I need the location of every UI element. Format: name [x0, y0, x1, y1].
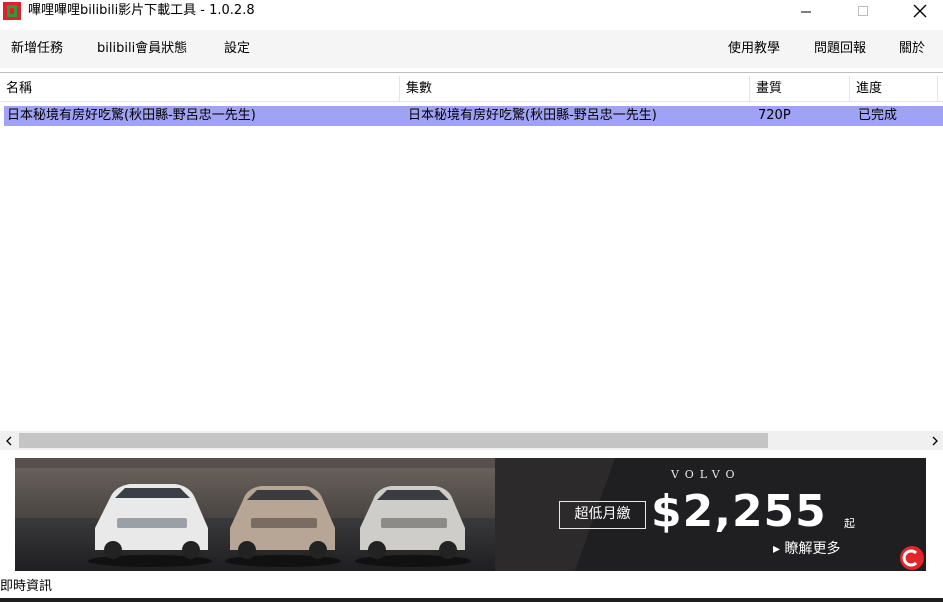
menu-report-issue[interactable]: 問題回報 — [814, 39, 866, 59]
menu-tutorial[interactable]: 使用教學 — [728, 39, 780, 59]
menu-about[interactable]: 關於 — [899, 39, 925, 59]
cell-quality: 720P — [758, 108, 791, 123]
scroll-right-button[interactable] — [926, 431, 943, 450]
ad-offer-label: 超低月繳 — [559, 501, 646, 529]
minimize-button[interactable] — [786, 0, 826, 22]
cell-name: 日本秘境有房好吃驚(秋田縣-野呂忠一先生) — [7, 108, 256, 123]
menu-settings[interactable]: 設定 — [224, 39, 250, 59]
task-list[interactable]: 名稱 集數 畫質 進度 日本秘境有房好吃驚(秋田縣-野呂忠一先生) 日本秘境有房… — [0, 73, 943, 431]
menu-new-task[interactable]: 新增任務 — [11, 39, 63, 59]
column-header-name[interactable]: 名稱 — [0, 76, 400, 102]
column-header-episode[interactable]: 集數 — [400, 76, 750, 102]
table-row[interactable]: 日本秘境有房好吃驚(秋田縣-野呂忠一先生) 日本秘境有房好吃驚(秋田縣-野呂忠一… — [4, 106, 943, 126]
minimize-icon — [801, 11, 811, 13]
title-bar: 嗶哩嗶哩bilibili影片下載工具 - 1.0.2.8 — [0, 0, 943, 22]
close-icon — [913, 4, 927, 18]
cell-progress: 已完成 — [858, 108, 898, 123]
app-icon — [3, 2, 21, 20]
chevron-left-icon — [5, 436, 11, 445]
ad-price-suffix: 起 — [844, 517, 855, 530]
ad-price: $2,255 — [651, 486, 827, 537]
ad-learn-more-link[interactable]: ▸ 瞭解更多 — [773, 538, 840, 558]
ad-brand-logo-icon — [900, 546, 924, 570]
menu-bilibili-member-status[interactable]: bilibili會員狀態 — [97, 39, 187, 59]
window-title: 嗶哩嗶哩bilibili影片下載工具 - 1.0.2.8 — [28, 3, 255, 18]
ad-brand: VOLVO — [671, 468, 741, 481]
maximize-button[interactable] — [843, 0, 883, 22]
live-info-panel — [0, 598, 943, 602]
ad-banner[interactable]: VOLVO 超低月繳 $2,255 起 ▸ 瞭解更多 — [15, 458, 926, 571]
live-info-label: 即時資訊 — [0, 579, 53, 594]
horizontal-scrollbar[interactable] — [0, 431, 943, 450]
chevron-right-icon — [932, 436, 938, 445]
maximize-icon — [858, 6, 868, 16]
column-header-progress[interactable]: 進度 — [850, 76, 938, 102]
scroll-left-button[interactable] — [0, 431, 17, 450]
scrollbar-thumb[interactable] — [19, 433, 768, 448]
cell-episode: 日本秘境有房好吃驚(秋田縣-野呂忠一先生) — [408, 108, 657, 123]
column-header-quality[interactable]: 畫質 — [750, 76, 850, 102]
menu-bar: 新增任務 bilibili會員狀態 設定 使用教學 問題回報 關於 — [0, 30, 943, 68]
list-header: 名稱 集數 畫質 進度 — [0, 76, 943, 102]
close-button[interactable] — [900, 0, 940, 22]
